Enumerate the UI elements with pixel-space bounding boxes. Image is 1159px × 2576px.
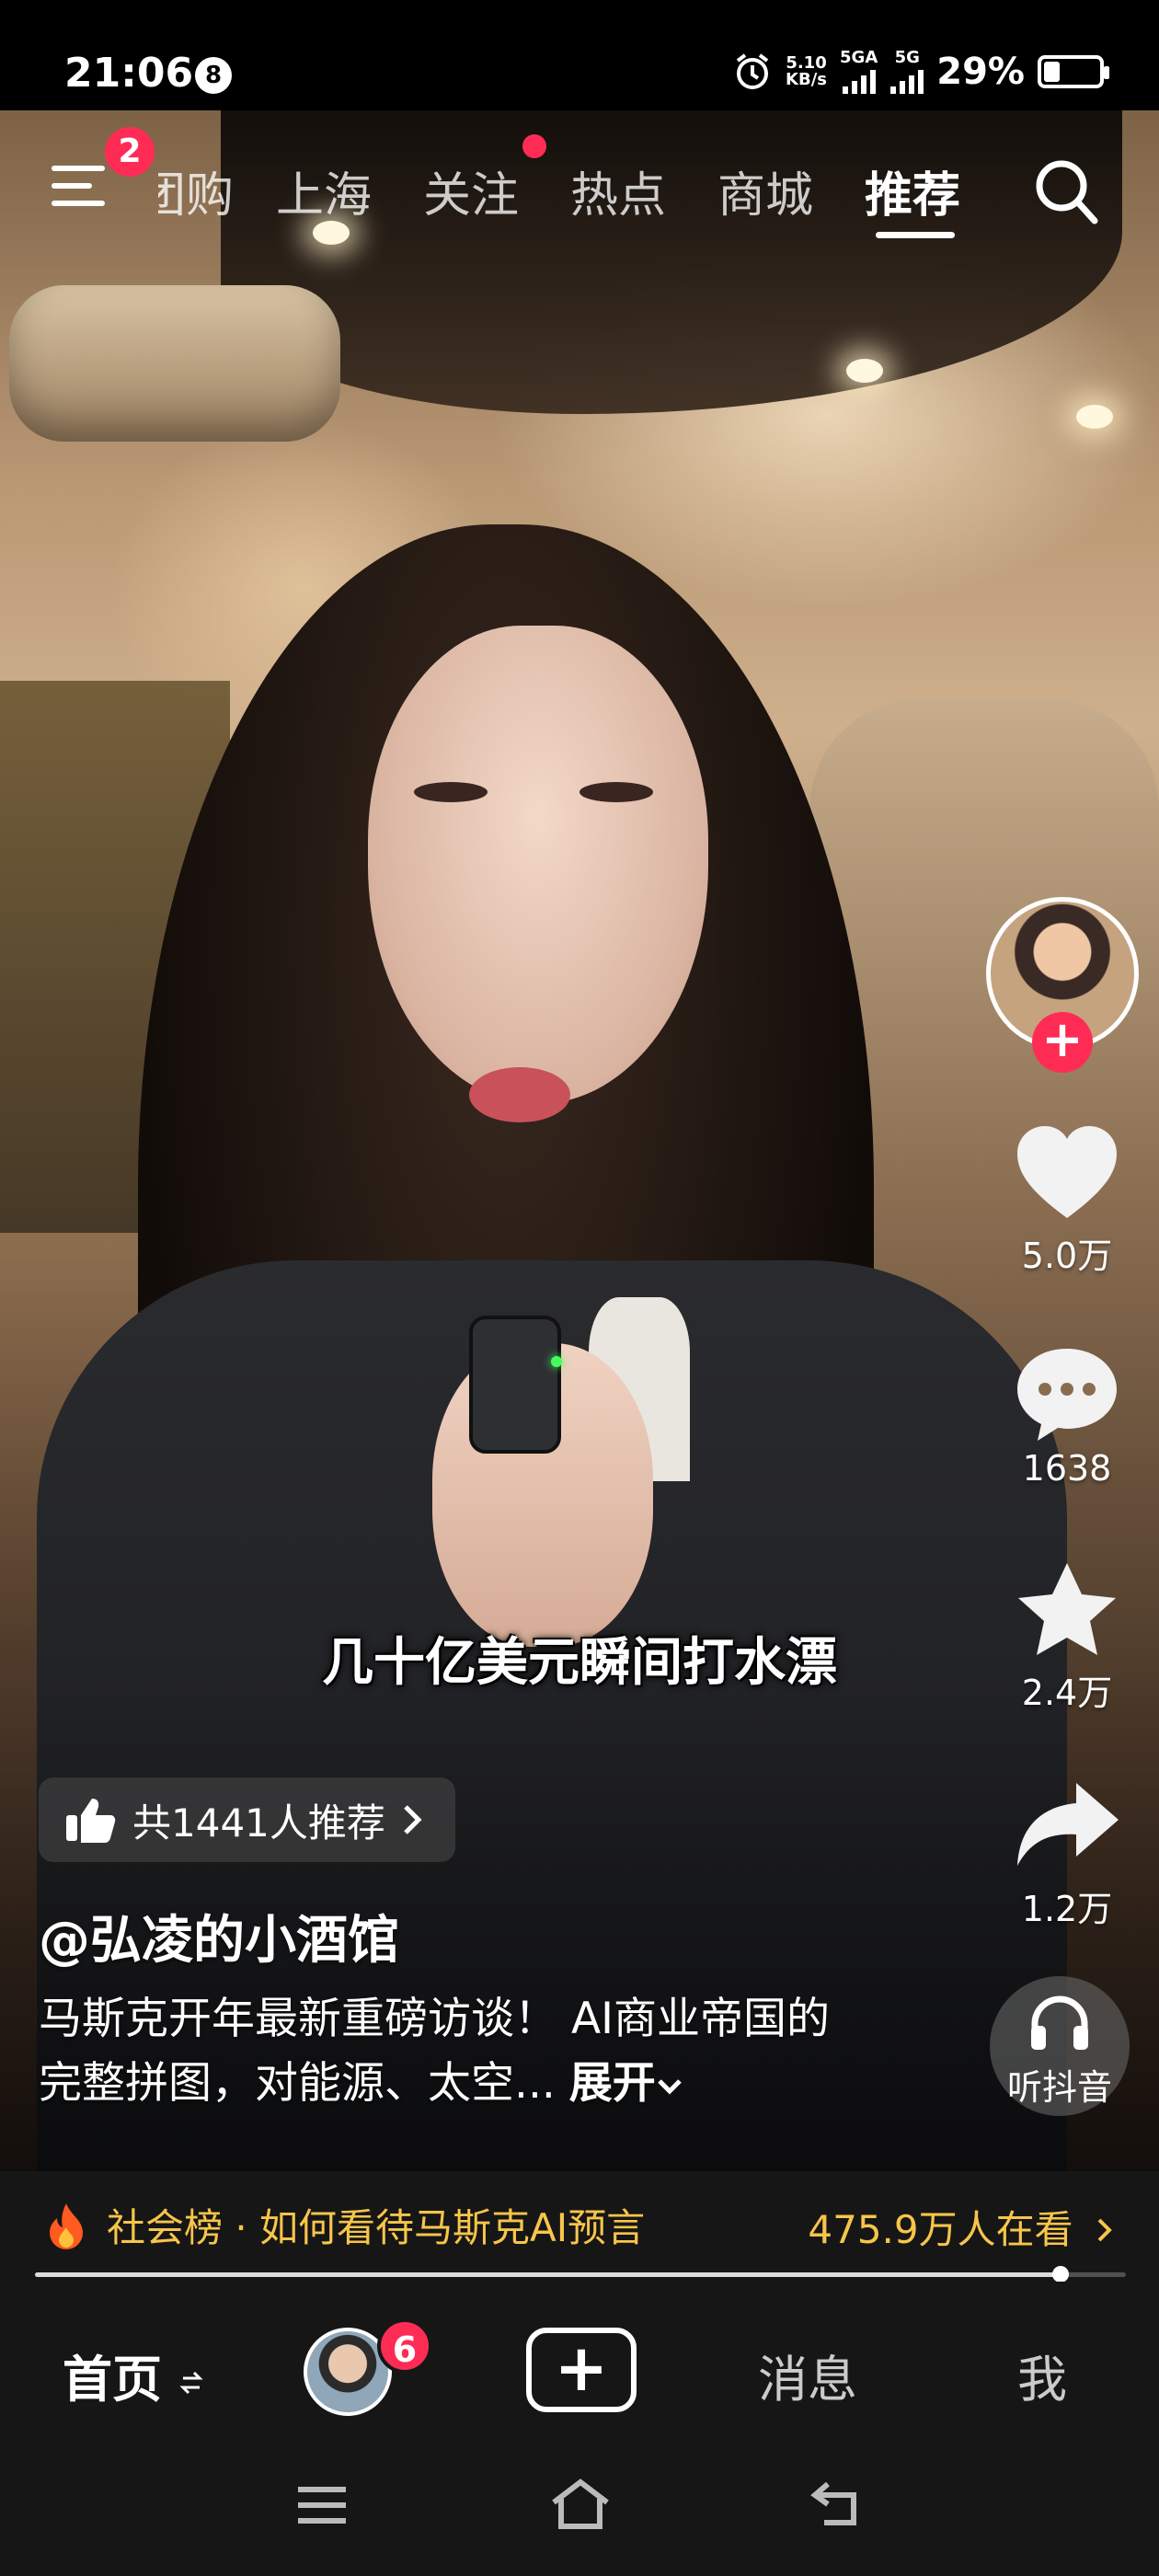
following-dot [522, 134, 546, 158]
chevron-right-icon [1097, 2218, 1112, 2242]
like-count: 5.0万 [1021, 1236, 1113, 1276]
listen-label: 听抖音 [1006, 2067, 1112, 2108]
thumbs-up-icon [66, 1799, 116, 1843]
hot-topic-left: 社会榜 · 如何看待马斯克AI预言 [46, 2197, 645, 2253]
menu-badge: 2 [105, 127, 155, 177]
hot-topic-title: 社会榜 · 如何看待马斯克AI预言 [107, 2205, 646, 2250]
expand-label: 展开 [568, 2058, 656, 2109]
nav-home-label: 首页 [63, 2351, 162, 2409]
system-nav-bar [0, 2447, 1159, 2576]
video-subtitle: 几十亿美元瞬间打水漂 [322, 1633, 837, 1693]
hot-topic-viewers: 475.9万人在看 [808, 2199, 1113, 2255]
active-tab-indicator [876, 232, 955, 238]
friends-badge: 6 [377, 2318, 432, 2374]
chevron-down-icon [658, 2079, 682, 2095]
battery-icon [1038, 55, 1109, 88]
viewer-count: 475.9万人在看 [808, 2207, 1073, 2252]
sim1-signal: 5GA [840, 50, 878, 94]
headphones-icon [1031, 1995, 1088, 2050]
back-icon[interactable] [809, 2478, 865, 2530]
recents-menu-icon[interactable] [294, 2482, 350, 2528]
status-bar: 21:06 8 5.10 KB/s 5GA 5G 29% [0, 0, 1159, 110]
tab-mall[interactable]: 商城 [717, 156, 813, 225]
presenter-face [368, 626, 708, 1104]
description-text: 马斯克开年最新重磅访谈！ AI商业帝国的完整拼图，对能源、太空... [39, 1994, 830, 2109]
video-progress-bar[interactable] [35, 2266, 1126, 2283]
switch-arrows-icon [179, 2371, 203, 2395]
notification-count-badge: 8 [195, 57, 232, 94]
expand-button[interactable]: 展开 [569, 2058, 683, 2109]
listen-douyin-button[interactable]: 听抖音 [990, 1976, 1130, 2116]
progress-knob[interactable] [1051, 2266, 1069, 2283]
comment-count: 1638 [1022, 1448, 1112, 1489]
microphone-image [469, 1316, 562, 1454]
sim2-label: 5G [894, 48, 920, 67]
heart-icon [1017, 1126, 1117, 1218]
tab-following[interactable]: 关注 [423, 156, 519, 225]
home-icon[interactable] [548, 2477, 613, 2532]
alarm-icon [736, 53, 769, 89]
bottom-nav-bar: 首页 6 + 消息 我 [0, 2282, 1159, 2447]
nav-me[interactable]: 我 [1017, 2339, 1067, 2411]
hot-topic-bar[interactable]: 社会榜 · 如何看待马斯克AI预言 475.9万人在看 [0, 2171, 1159, 2282]
battery-percent: 29% [936, 51, 1025, 93]
author-name[interactable]: @弘凌的小酒馆 [39, 1899, 399, 1973]
search-icon[interactable] [1032, 155, 1102, 228]
recommend-count-label: 共1441人推荐 [132, 1800, 385, 1846]
signal-icon [842, 66, 876, 94]
nav-home[interactable]: 首页 [63, 2339, 203, 2411]
comment-icon [1017, 1349, 1117, 1441]
create-button[interactable]: + [526, 2328, 637, 2412]
network-speed-unit: KB/s [786, 70, 828, 89]
like-button[interactable]: 5.0万 [989, 1122, 1145, 1278]
grab-handle-image [9, 285, 340, 442]
follow-plus-button[interactable]: + [1032, 1012, 1093, 1073]
share-button[interactable]: 1.2万 [989, 1776, 1145, 1931]
nav-messages[interactable]: 消息 [758, 2339, 857, 2411]
recommend-chip[interactable]: 共1441人推荐 [39, 1777, 455, 1862]
share-arrow-icon [1017, 1783, 1119, 1866]
status-time: 21:06 [64, 50, 194, 97]
signal-icon [890, 66, 924, 94]
tab-group-buy[interactable]: 团购 [158, 156, 234, 225]
fire-icon [50, 2202, 83, 2249]
network-speed: 5.10 KB/s [786, 55, 827, 88]
status-right-cluster: 5.10 KB/s 5GA 5G 29% [732, 50, 1109, 94]
top-tab-bar: 2 团购 上海 关注 热点 商城 推荐 [0, 127, 1159, 239]
chevron-right-icon [404, 1805, 422, 1834]
tab-trending[interactable]: 热点 [570, 156, 666, 225]
video-description: 马斯克开年最新重磅访谈！ AI商业帝国的完整拼图，对能源、太空... 展开 [39, 1987, 866, 2116]
sim1-label: 5GA [840, 48, 878, 67]
comment-button[interactable]: 1638 [989, 1343, 1145, 1489]
video-player[interactable] [0, 110, 1159, 2171]
tab-shanghai[interactable]: 上海 [276, 156, 372, 225]
progress-fill [35, 2272, 1061, 2277]
tab-recommend[interactable]: 推荐 [865, 156, 960, 225]
sim2-signal: 5G [890, 50, 924, 94]
menu-icon[interactable] [52, 166, 105, 212]
share-count: 1.2万 [1021, 1889, 1113, 1929]
